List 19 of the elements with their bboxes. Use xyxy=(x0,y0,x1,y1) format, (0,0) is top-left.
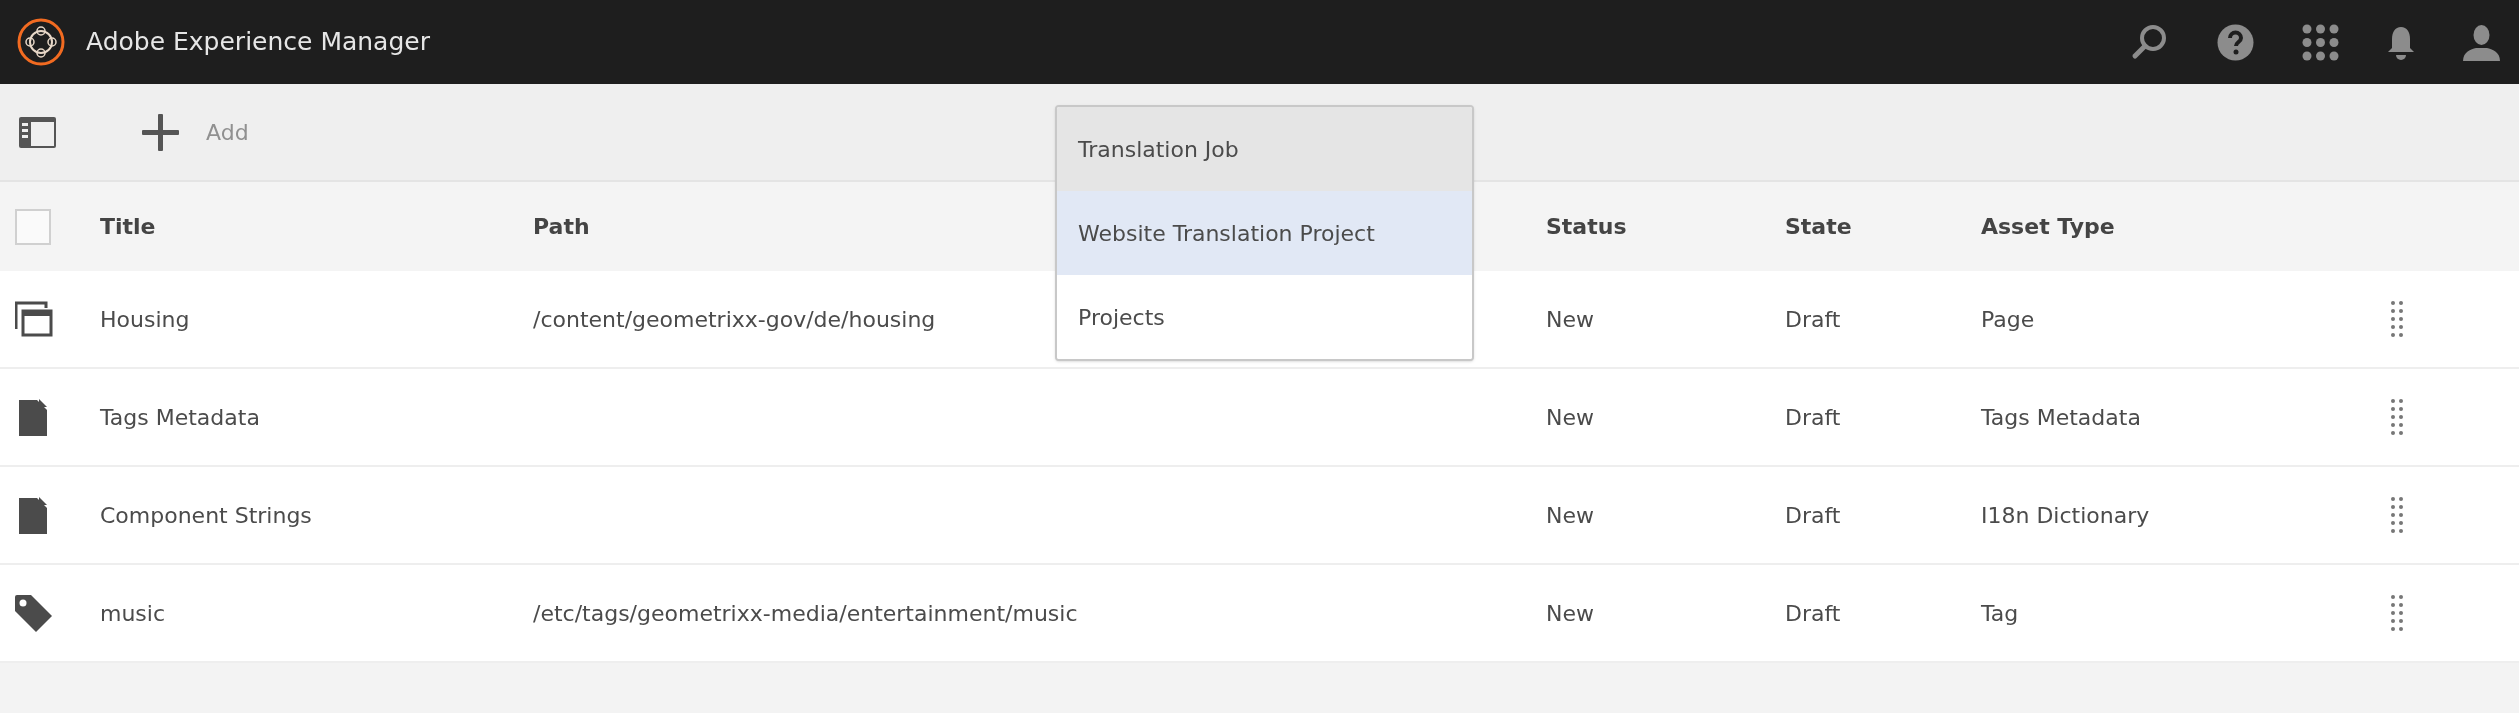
asset-type-cell-text: Tag xyxy=(1981,599,2019,628)
status-cell-text: New xyxy=(1546,599,1594,628)
state-cell-text: Draft xyxy=(1785,403,1841,432)
asset-type-cell-text: Page xyxy=(1981,305,2035,334)
app-title: Adobe Experience Manager xyxy=(86,26,430,59)
state-cell-text: Draft xyxy=(1785,501,1841,530)
status-cell-text: New xyxy=(1546,501,1594,530)
path-cell-text: /content/geometrixx-gov/de/housing xyxy=(533,305,936,334)
title-cell-text: music xyxy=(100,599,166,628)
path-cell-text: /etc/tags/geometrixx-media/entertainment/music xyxy=(533,599,1078,628)
state-cell-text: Draft xyxy=(1785,599,1841,628)
title-cell-text: Component Strings xyxy=(100,501,312,530)
title-cell-text: Tags Metadata xyxy=(100,403,260,432)
asset-type-cell-text: I18n Dictionary xyxy=(1981,501,2150,530)
title-cell-text: Housing xyxy=(100,305,190,334)
status-cell-text: New xyxy=(1546,305,1594,334)
asset-type-cell-text: Tags Metadata xyxy=(1981,403,2141,432)
state-cell-text: Draft xyxy=(1785,305,1841,334)
status-cell-text: New xyxy=(1546,403,1594,432)
